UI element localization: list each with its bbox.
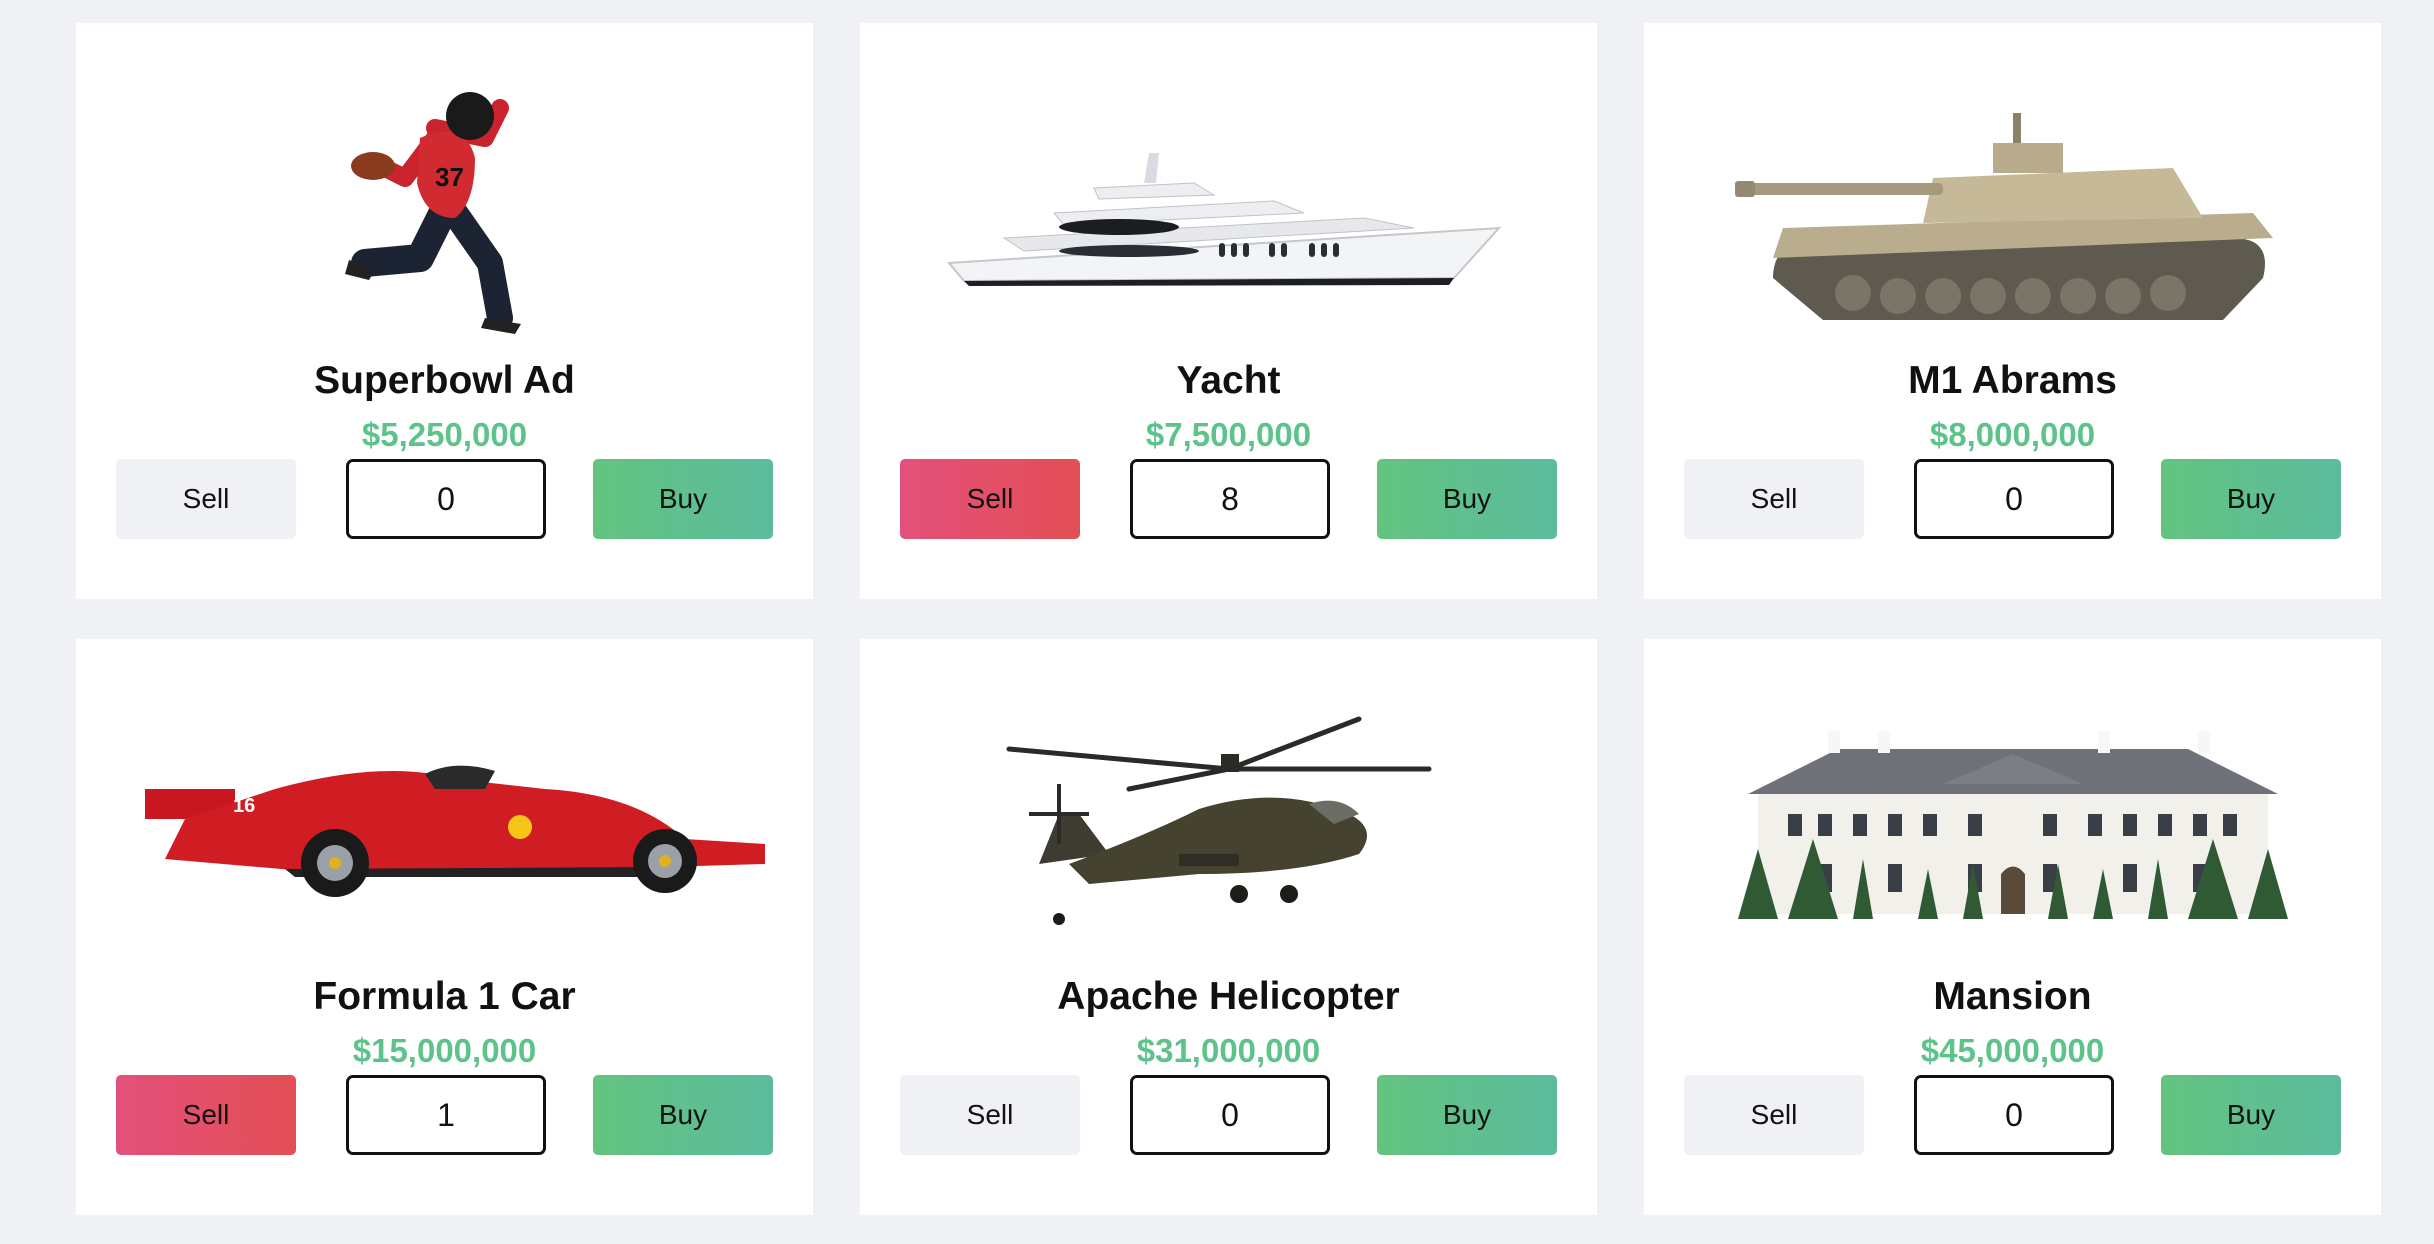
product-controls: Sell Buy <box>116 1075 773 1155</box>
product-name: Apache Helicopter <box>1057 975 1400 1018</box>
helicopter-image <box>900 679 1557 979</box>
buy-button[interactable]: Buy <box>1377 459 1557 539</box>
product-price: $15,000,000 <box>352 1032 537 1069</box>
quantity-input[interactable] <box>1914 1075 2114 1155</box>
product-controls: Sell Buy <box>1684 459 2341 539</box>
product-card: Yacht $7,500,000 Sell Buy <box>860 23 1597 599</box>
buy-button[interactable]: Buy <box>2161 1075 2341 1155</box>
product-name: Superbowl Ad <box>314 359 575 402</box>
product-grid: 37 Superbowl Ad $5,250,000 Sell Buy <box>76 23 2381 1215</box>
tank-image <box>1684 63 2341 363</box>
product-card: M1 Abrams $8,000,000 Sell Buy <box>1644 23 2381 599</box>
product-price: $7,500,000 <box>1145 416 1312 453</box>
sell-button[interactable]: Sell <box>1684 1075 1864 1155</box>
product-name: M1 Abrams <box>1908 359 2117 402</box>
sell-button[interactable]: Sell <box>900 459 1080 539</box>
product-card: Mansion $45,000,000 Sell Buy <box>1644 639 2381 1215</box>
race-car-image: 16 <box>116 679 773 979</box>
product-card: Apache Helicopter $31,000,000 Sell Buy <box>860 639 1597 1215</box>
buy-button[interactable]: Buy <box>1377 1075 1557 1155</box>
buy-button[interactable]: Buy <box>593 1075 773 1155</box>
product-price: $45,000,000 <box>1920 1032 2105 1069</box>
svg-text:37: 37 <box>435 162 464 192</box>
svg-text:16: 16 <box>233 795 255 817</box>
product-controls: Sell Buy <box>900 459 1557 539</box>
mansion-image <box>1684 679 2341 979</box>
product-price: $8,000,000 <box>1929 416 2096 453</box>
product-name: Mansion <box>1933 975 2092 1018</box>
sell-button[interactable]: Sell <box>116 459 296 539</box>
product-card: 16 Formula 1 Car $15,000,000 Sell Buy <box>76 639 813 1215</box>
quantity-input[interactable] <box>1130 459 1330 539</box>
product-controls: Sell Buy <box>116 459 773 539</box>
product-controls: Sell Buy <box>900 1075 1557 1155</box>
product-card: 37 Superbowl Ad $5,250,000 Sell Buy <box>76 23 813 599</box>
quantity-input[interactable] <box>346 1075 546 1155</box>
yacht-image <box>900 63 1557 363</box>
quantity-input[interactable] <box>346 459 546 539</box>
sell-button[interactable]: Sell <box>1684 459 1864 539</box>
quantity-input[interactable] <box>1914 459 2114 539</box>
product-name: Yacht <box>1176 359 1281 402</box>
football-player-image: 37 <box>116 63 773 363</box>
product-name: Formula 1 Car <box>313 975 576 1018</box>
product-controls: Sell Buy <box>1684 1075 2341 1155</box>
sell-button[interactable]: Sell <box>116 1075 296 1155</box>
product-price: $5,250,000 <box>361 416 528 453</box>
buy-button[interactable]: Buy <box>593 459 773 539</box>
buy-button[interactable]: Buy <box>2161 459 2341 539</box>
product-price: $31,000,000 <box>1136 1032 1321 1069</box>
quantity-input[interactable] <box>1130 1075 1330 1155</box>
sell-button[interactable]: Sell <box>900 1075 1080 1155</box>
